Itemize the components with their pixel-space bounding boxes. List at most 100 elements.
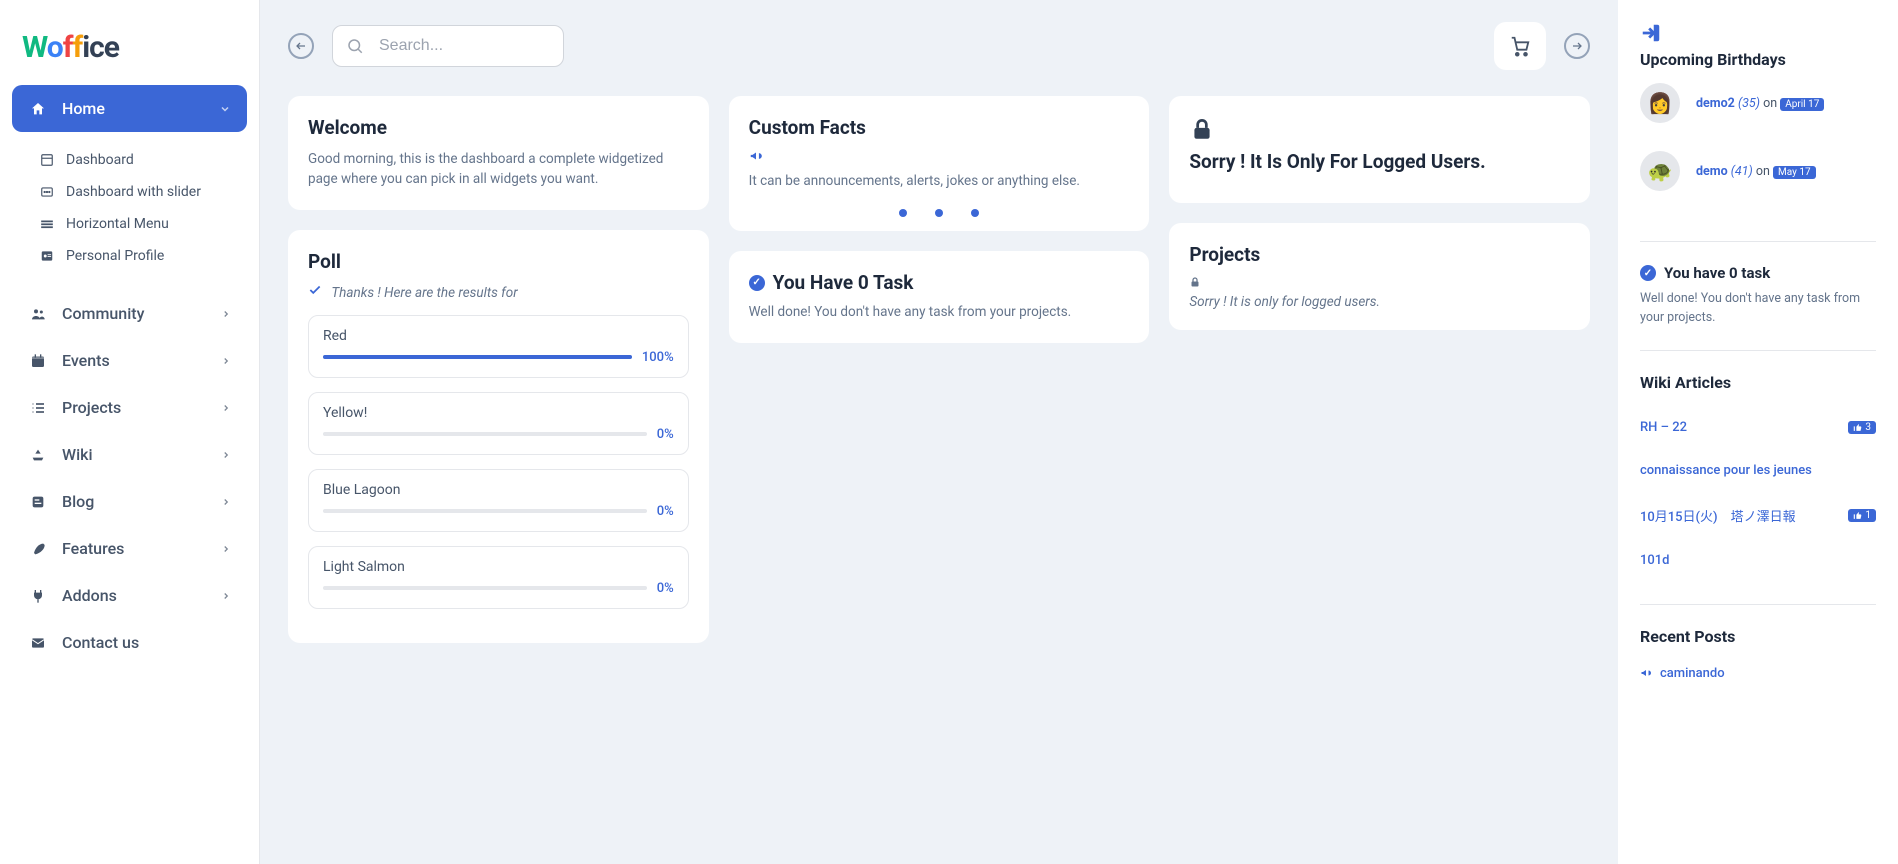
nav-projects[interactable]: Projects	[12, 384, 247, 431]
nav-blog[interactable]: Blog	[12, 478, 247, 525]
birthday-row[interactable]: 🐢 demo (41) on May 17	[1640, 151, 1876, 191]
carousel-dots[interactable]	[749, 209, 1130, 217]
sub-label: Horizontal Menu	[66, 216, 169, 232]
birthday-age: (41)	[1731, 164, 1753, 179]
main-content: Welcome Good morning, this is the dashbo…	[260, 0, 1618, 864]
side-task-title-row: ✓ You have 0 task	[1640, 264, 1876, 282]
nav-features[interactable]: Features	[12, 525, 247, 572]
like-badge: 1	[1848, 509, 1876, 522]
sub-label: Dashboard	[66, 152, 134, 168]
search-wrapper	[332, 25, 564, 67]
wiki-link[interactable]: 101d	[1640, 553, 1670, 568]
birthdays-section: Upcoming Birthdays 👩 demo2 (35) on April…	[1640, 22, 1876, 242]
side-task-desc: Well done! You don't have any task from …	[1640, 290, 1876, 328]
projects-desc: Sorry ! It is only for logged users.	[1189, 294, 1570, 310]
wiki-link[interactable]: RH – 22	[1640, 420, 1687, 435]
chevron-right-icon	[221, 544, 231, 554]
search-icon	[346, 37, 364, 55]
birthday-age: (35)	[1738, 96, 1760, 111]
sub-personal-profile[interactable]: Personal Profile	[12, 240, 247, 272]
community-icon	[28, 306, 48, 322]
posts-section: Recent Posts caminando	[1640, 627, 1876, 709]
locked-title: Sorry ! It Is Only For Logged Users.	[1189, 150, 1570, 173]
wiki-row[interactable]: 10月15日(火) 塔ノ澤日報 1	[1640, 492, 1876, 539]
wiki-row[interactable]: RH – 22 3	[1640, 406, 1876, 449]
avatar: 🐢	[1640, 151, 1680, 191]
check-circle-icon: ✓	[749, 275, 765, 291]
logo[interactable]: Woffice	[12, 20, 247, 85]
nav-label: Projects	[62, 398, 121, 417]
poll-option[interactable]: Yellow! 0%	[308, 392, 689, 455]
tasks-title-row: ✓ You Have 0 Task	[749, 271, 1130, 294]
birthday-text: demo (41) on May 17	[1696, 164, 1816, 179]
nav-community[interactable]: Community	[12, 290, 247, 337]
dot[interactable]	[971, 209, 979, 217]
right-panel: Upcoming Birthdays 👩 demo2 (35) on April…	[1618, 0, 1898, 864]
forward-button[interactable]	[1564, 33, 1590, 59]
home-icon	[28, 101, 48, 117]
sub-label: Personal Profile	[66, 248, 164, 264]
poll-option[interactable]: Blue Lagoon 0%	[308, 469, 689, 532]
blog-icon	[28, 494, 48, 510]
birthday-text: demo2 (35) on April 17	[1696, 96, 1824, 111]
nav-wiki[interactable]: Wiki	[12, 431, 247, 478]
poll-pct: 0%	[657, 581, 674, 596]
poll-bar-bg	[323, 355, 632, 359]
wiki-link[interactable]: 10月15日(火) 塔ノ澤日報	[1640, 506, 1796, 525]
nav-home[interactable]: Home	[12, 85, 247, 132]
poll-pct: 0%	[657, 427, 674, 442]
chevron-right-icon	[221, 450, 231, 460]
dashboard-grid: Welcome Good morning, this is the dashbo…	[288, 96, 1590, 643]
wiki-row[interactable]: 101d	[1640, 539, 1876, 582]
poll-option[interactable]: Red 100%	[308, 315, 689, 378]
poll-option[interactable]: Light Salmon 0%	[308, 546, 689, 609]
custom-facts-card: Custom Facts It can be announcements, al…	[729, 96, 1150, 231]
side-task-section: ✓ You have 0 task Well done! You don't h…	[1640, 264, 1876, 351]
nav-label: Features	[62, 539, 124, 558]
dot[interactable]	[935, 209, 943, 217]
sub-horizontal-menu[interactable]: Horizontal Menu	[12, 208, 247, 240]
welcome-desc: Good morning, this is the dashboard a co…	[308, 149, 689, 190]
sub-dashboard[interactable]: Dashboard	[12, 144, 247, 176]
custom-desc: It can be announcements, alerts, jokes o…	[749, 171, 1130, 191]
custom-title: Custom Facts	[749, 116, 1130, 139]
poll-option-label: Light Salmon	[323, 559, 674, 575]
chevron-down-icon	[219, 103, 231, 115]
check-icon	[308, 285, 325, 301]
lock-icon	[1189, 276, 1570, 288]
plug-icon	[28, 588, 48, 604]
back-button[interactable]	[288, 33, 314, 59]
wiki-title: Wiki Articles	[1640, 373, 1876, 392]
birthday-row[interactable]: 👩 demo2 (35) on April 17	[1640, 83, 1876, 123]
poll-subtitle: Thanks ! Here are the results for	[308, 283, 689, 301]
nav-label: Addons	[62, 586, 117, 605]
welcome-card: Welcome Good morning, this is the dashbo…	[288, 96, 709, 210]
chevron-right-icon	[221, 403, 231, 413]
nav-addons[interactable]: Addons	[12, 572, 247, 619]
poll-bar-bg	[323, 586, 647, 590]
post-row[interactable]: caminando	[1640, 660, 1876, 687]
feather-icon	[28, 541, 48, 557]
panel-icon	[38, 153, 56, 167]
chevron-right-icon	[221, 356, 231, 366]
wiki-link[interactable]: connaissance pour les jeunes	[1640, 463, 1812, 478]
nav-label: Contact us	[62, 633, 139, 652]
nav-contact[interactable]: Contact us	[12, 619, 247, 666]
tasks-title: You Have 0 Task	[773, 271, 914, 294]
poll-pct: 0%	[657, 504, 674, 519]
search-input[interactable]	[332, 25, 564, 67]
wiki-row[interactable]: connaissance pour les jeunes	[1640, 449, 1876, 492]
nav-events[interactable]: Events	[12, 337, 247, 384]
tasks-desc: Well done! You don't have any task from …	[749, 302, 1130, 322]
poll-title: Poll	[308, 250, 689, 273]
locked-card: Sorry ! It Is Only For Logged Users.	[1169, 96, 1590, 203]
sidebar: Woffice Home Dashboard Dashboard with sl…	[0, 0, 260, 864]
like-badge: 3	[1848, 421, 1876, 434]
list-icon	[28, 400, 48, 416]
dot[interactable]	[899, 209, 907, 217]
chevron-right-icon	[221, 309, 231, 319]
sub-dashboard-slider[interactable]: Dashboard with slider	[12, 176, 247, 208]
envelope-icon	[28, 635, 48, 651]
cart-button[interactable]	[1494, 22, 1546, 70]
tasks-card: ✓ You Have 0 Task Well done! You don't h…	[729, 251, 1150, 342]
